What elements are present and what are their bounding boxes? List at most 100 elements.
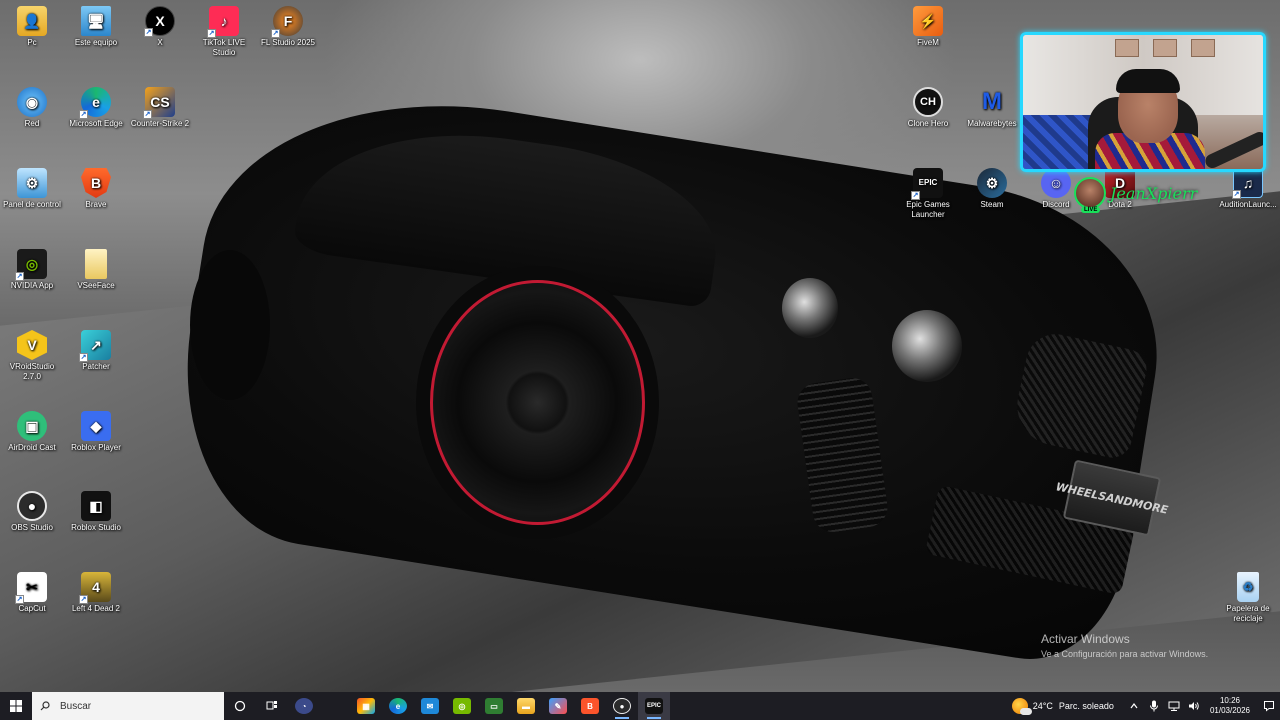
desktop-icon-label: Malwarebytes — [967, 119, 1017, 128]
windows-logo-icon — [10, 700, 22, 712]
taskbar-mail[interactable]: ✉ — [414, 692, 446, 720]
taskbar-nvidia[interactable]: ◎ — [446, 692, 478, 720]
mail-icon: ✉ — [421, 698, 439, 714]
wallpaper-headlight — [892, 310, 962, 382]
fivem-icon: ⚡ — [913, 6, 943, 36]
task-view-icon — [234, 700, 246, 712]
desktop-icon-roblox-studio[interactable]: ◧ Roblox Studio — [64, 491, 128, 533]
capcut-icon: ✂ ↗ — [15, 572, 47, 604]
fl-studio-icon: F ↗ — [271, 6, 303, 38]
desktop-icon-panel-control[interactable]: ⚙ Panel de control — [0, 168, 64, 210]
desktop-icon-label: FL Studio 2025 — [261, 38, 315, 47]
tray-network[interactable] — [1166, 698, 1182, 714]
taskbar-edge[interactable]: e — [382, 692, 414, 720]
folder-user-icon: 👤 — [17, 6, 47, 36]
start-button[interactable] — [0, 692, 32, 720]
obs-icon: ● — [613, 698, 631, 714]
desktop-icon-obs-studio[interactable]: ● OBS Studio — [0, 491, 64, 533]
webcam-microphone — [1203, 129, 1263, 169]
desktop-icon-label: Panel de control — [3, 200, 61, 209]
microsoft-store-icon: ▦ — [357, 698, 375, 714]
speed-gauge-icon: ◔ — [295, 698, 313, 714]
taskbar-speed-gauge[interactable]: ◔ — [288, 692, 320, 720]
desktop-icon-capcut[interactable]: ✂ ↗ CapCut — [0, 572, 64, 614]
task-view-button[interactable] — [224, 692, 256, 720]
tray-overflow-chevron[interactable] — [1126, 698, 1142, 714]
desktop-icon-tiktok-live[interactable]: ♪ ↗ TikTok LIVE Studio — [192, 6, 256, 58]
desktop-icon-left4dead2[interactable]: 4 ↗ Left 4 Dead 2 — [64, 572, 128, 614]
desktop-icon-vseeface[interactable]: VSeeFace — [64, 249, 128, 291]
desktop-icon-brave[interactable]: B Brave — [64, 168, 128, 210]
file-icon — [85, 249, 107, 279]
desktop-icon-roblox-player[interactable]: ◆ Roblox Player — [64, 411, 128, 453]
desktop-icon-clone-hero[interactable]: CH Clone Hero — [896, 87, 960, 129]
vroid-icon: V — [17, 330, 47, 360]
desktop-icon-fivem[interactable]: ⚡ FiveM — [896, 6, 960, 48]
desktop-icon-label: Counter-Strike 2 — [130, 119, 190, 128]
desktop-icon-label: VRoidStudio 2.7.0 — [9, 362, 55, 381]
airdroid-icon: ▣ — [17, 411, 47, 441]
audition-icon: ♫ ↗ — [1232, 168, 1263, 199]
taskbar-microsoft-store[interactable]: ▦ — [350, 692, 382, 720]
speaker-icon — [1188, 702, 1199, 710]
desktop-icon-audition[interactable]: ♫ ↗ AuditionLaunc... — [1216, 168, 1280, 210]
desktop-icon-label: Roblox Player — [71, 443, 121, 452]
taskbar-file-explorer[interactable]: ▬ — [510, 692, 542, 720]
desktop-icon-label: Roblox Studio — [71, 523, 121, 532]
nvidia-icon: ◎ ↗ — [15, 249, 47, 281]
desktop-icon-label: FiveM — [917, 38, 939, 47]
roblox-studio-icon: ◧ — [81, 491, 111, 521]
desktop-icon-epic-games[interactable]: EPIC ↗ Epic Games Launcher — [896, 168, 960, 220]
desktop-icon-recycle-bin[interactable]: ♻ Papelera de reciclaje — [1216, 572, 1280, 624]
tiktok-icon: ♪ ↗ — [207, 6, 239, 38]
activate-windows-watermark: Activar Windows Ve a Configuración para … — [1041, 632, 1208, 659]
partly-sunny-icon — [1011, 698, 1032, 715]
webcam-person-hair — [1116, 69, 1180, 93]
desktop-icon-airdroid-cast[interactable]: ▣ AirDroid Cast — [0, 411, 64, 453]
streamer-name: JeanXpierr — [1110, 183, 1198, 203]
chevron-up-icon — [1130, 703, 1138, 709]
desktop-icon-patcher[interactable]: ↗ ↗ Patcher — [64, 330, 128, 372]
webcam-wall-frame — [1153, 39, 1177, 57]
wallpaper-rear-wheel — [190, 250, 270, 400]
wallpaper-front-wheel — [430, 280, 645, 525]
weather-widget[interactable]: 24°C Parc. soleado — [1011, 698, 1114, 715]
desktop-icon-counter-strike[interactable]: CS ↗ Counter-Strike 2 — [128, 87, 192, 129]
desktop-icon-vroidstudio[interactable]: V VRoidStudio 2.7.0 — [0, 330, 64, 382]
desktop-icon-label: TikTok LIVE Studio — [202, 38, 246, 57]
discord-icon: ☺ — [1041, 168, 1071, 198]
desktop-icon-pc[interactable]: 👤 Pc — [0, 6, 64, 48]
desktop-icon-x[interactable]: X ↗ X — [128, 6, 192, 48]
desktop-icon-malwarebytes[interactable]: M Malwarebytes — [960, 87, 1024, 129]
monitor-app-icon: ▭ — [485, 698, 503, 714]
tray-volume[interactable] — [1186, 698, 1202, 714]
taskbar-task-switch[interactable] — [256, 692, 288, 720]
desktop-icon-nvidia[interactable]: ◎ ↗ NVIDIA App — [0, 249, 64, 291]
taskbar-clock[interactable]: 10:26 01/03/2026 — [1210, 696, 1250, 716]
recycle-bin-icon: ♻ — [1237, 572, 1259, 602]
desktop-icon-label: Brave — [85, 200, 107, 209]
taskbar-obs[interactable]: ● — [606, 692, 638, 720]
desktop-icon-label: Left 4 Dead 2 — [71, 604, 121, 613]
epic-games-icon: EPIC — [645, 698, 663, 714]
taskbar-paint-app[interactable]: ✎ — [542, 692, 574, 720]
webcam-overlay — [1020, 32, 1266, 172]
x-logo-icon: X ↗ — [144, 6, 175, 37]
steam-icon: ⚙ — [977, 168, 1007, 198]
taskbar-monitor-app[interactable]: ▭ — [478, 692, 510, 720]
desktop-icon-label: X — [157, 38, 163, 47]
notification-center-button[interactable] — [1258, 692, 1280, 720]
taskbar-epic-games[interactable]: EPIC — [638, 692, 670, 720]
tray-microphone[interactable] — [1146, 698, 1162, 714]
desktop-icon-este-equipo[interactable]: 🖥 Este equipo — [64, 6, 128, 48]
desktop-icon-edge[interactable]: e ↗ Microsoft Edge — [64, 87, 128, 129]
desktop-icon-steam[interactable]: ⚙ Steam — [960, 168, 1024, 210]
taskbar-search-box[interactable]: Buscar — [32, 692, 224, 720]
desktop-icon-fl-studio[interactable]: F ↗ FL Studio 2025 — [256, 6, 320, 48]
webcam-wall-frame — [1191, 39, 1215, 57]
desktop-icon-red[interactable]: ◉ Red — [0, 87, 64, 129]
activate-windows-title: Activar Windows — [1041, 632, 1130, 646]
nvidia-icon: ◎ — [453, 698, 471, 714]
desktop-icon-label: Epic Games Launcher — [906, 200, 950, 219]
taskbar-brave[interactable]: B — [574, 692, 606, 720]
